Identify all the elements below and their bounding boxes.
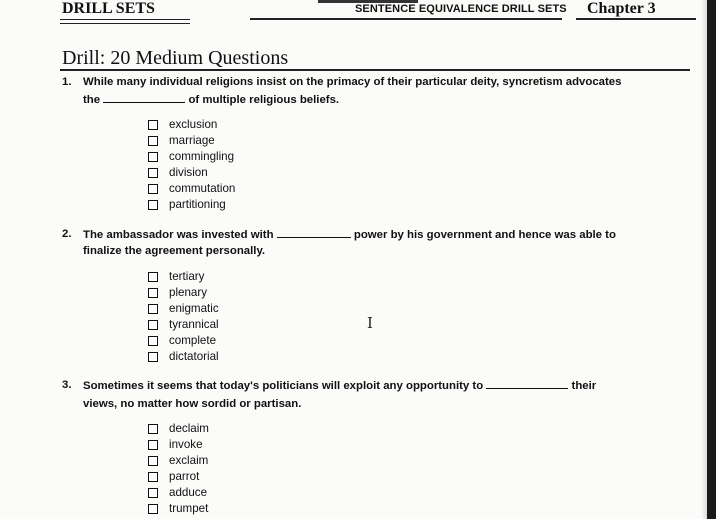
question-text-line2: views, no matter how sordid or partisan.: [83, 398, 302, 410]
header-left-rule: [60, 23, 190, 24]
checkbox-icon[interactable]: [148, 272, 158, 282]
checkbox-icon[interactable]: [148, 440, 158, 451]
question-text: The ambassador was invested with: [83, 229, 274, 241]
checkbox-icon[interactable]: [148, 488, 158, 499]
checkbox-icon[interactable]: [148, 456, 158, 467]
drill-title: Drill: 20 Medium Questions: [62, 47, 289, 69]
checkbox-icon[interactable]: [148, 352, 158, 363]
checkbox-icon[interactable]: [148, 424, 158, 434]
answer-blank: [486, 377, 569, 389]
header-right-rule: [576, 18, 696, 20]
question-number: 2.: [62, 228, 72, 240]
header-left-rule: [60, 19, 190, 20]
question-text: the: [83, 94, 101, 106]
header-chapter: Chapter 3: [587, 0, 656, 17]
question-text-line2: finalize the agreement personally.: [83, 245, 266, 257]
question-text-line1: Sometimes it seems that today's politici…: [83, 377, 596, 395]
checkbox-icon[interactable]: [148, 288, 158, 299]
answer-blank: [276, 226, 351, 238]
question-text-line1: The ambassador was invested with power b…: [83, 226, 616, 244]
window-edge: [707, 0, 716, 519]
question-text: of multiple religious beliefs.: [188, 94, 340, 106]
checkbox-icon[interactable]: [148, 336, 158, 347]
checkbox-icon[interactable]: [148, 504, 158, 515]
question-text-line1: While many individual religions insist o…: [83, 76, 622, 88]
checkbox-icon[interactable]: [148, 304, 158, 315]
checkbox-icon[interactable]: [148, 184, 158, 195]
text-cursor-icon: I: [367, 314, 373, 332]
question-text: Sometimes it seems that today's politici…: [83, 380, 484, 392]
question-text-line2: the of multiple religious beliefs.: [83, 91, 339, 109]
header-section-label: DRILL SETS: [62, 0, 155, 17]
checkbox-icon[interactable]: [148, 120, 158, 130]
checkbox-icon[interactable]: [148, 136, 158, 147]
checkbox-icon[interactable]: [148, 472, 158, 483]
question-text: their: [571, 380, 597, 392]
drill-title-rule: [60, 69, 690, 71]
question-text: power by his government and hence was ab…: [353, 229, 616, 241]
answer-blank: [103, 91, 186, 103]
checkbox-icon[interactable]: [148, 168, 158, 179]
question-number: 3.: [62, 379, 72, 391]
header-running-title: SENTENCE EQUIVALENCE DRILL SETS: [355, 3, 567, 15]
checkbox-icon[interactable]: [148, 320, 158, 331]
header-middle-rule: [250, 18, 562, 20]
question-number: 1.: [62, 76, 72, 88]
checkbox-icon[interactable]: [148, 200, 158, 211]
checkbox-icon[interactable]: [148, 152, 158, 163]
